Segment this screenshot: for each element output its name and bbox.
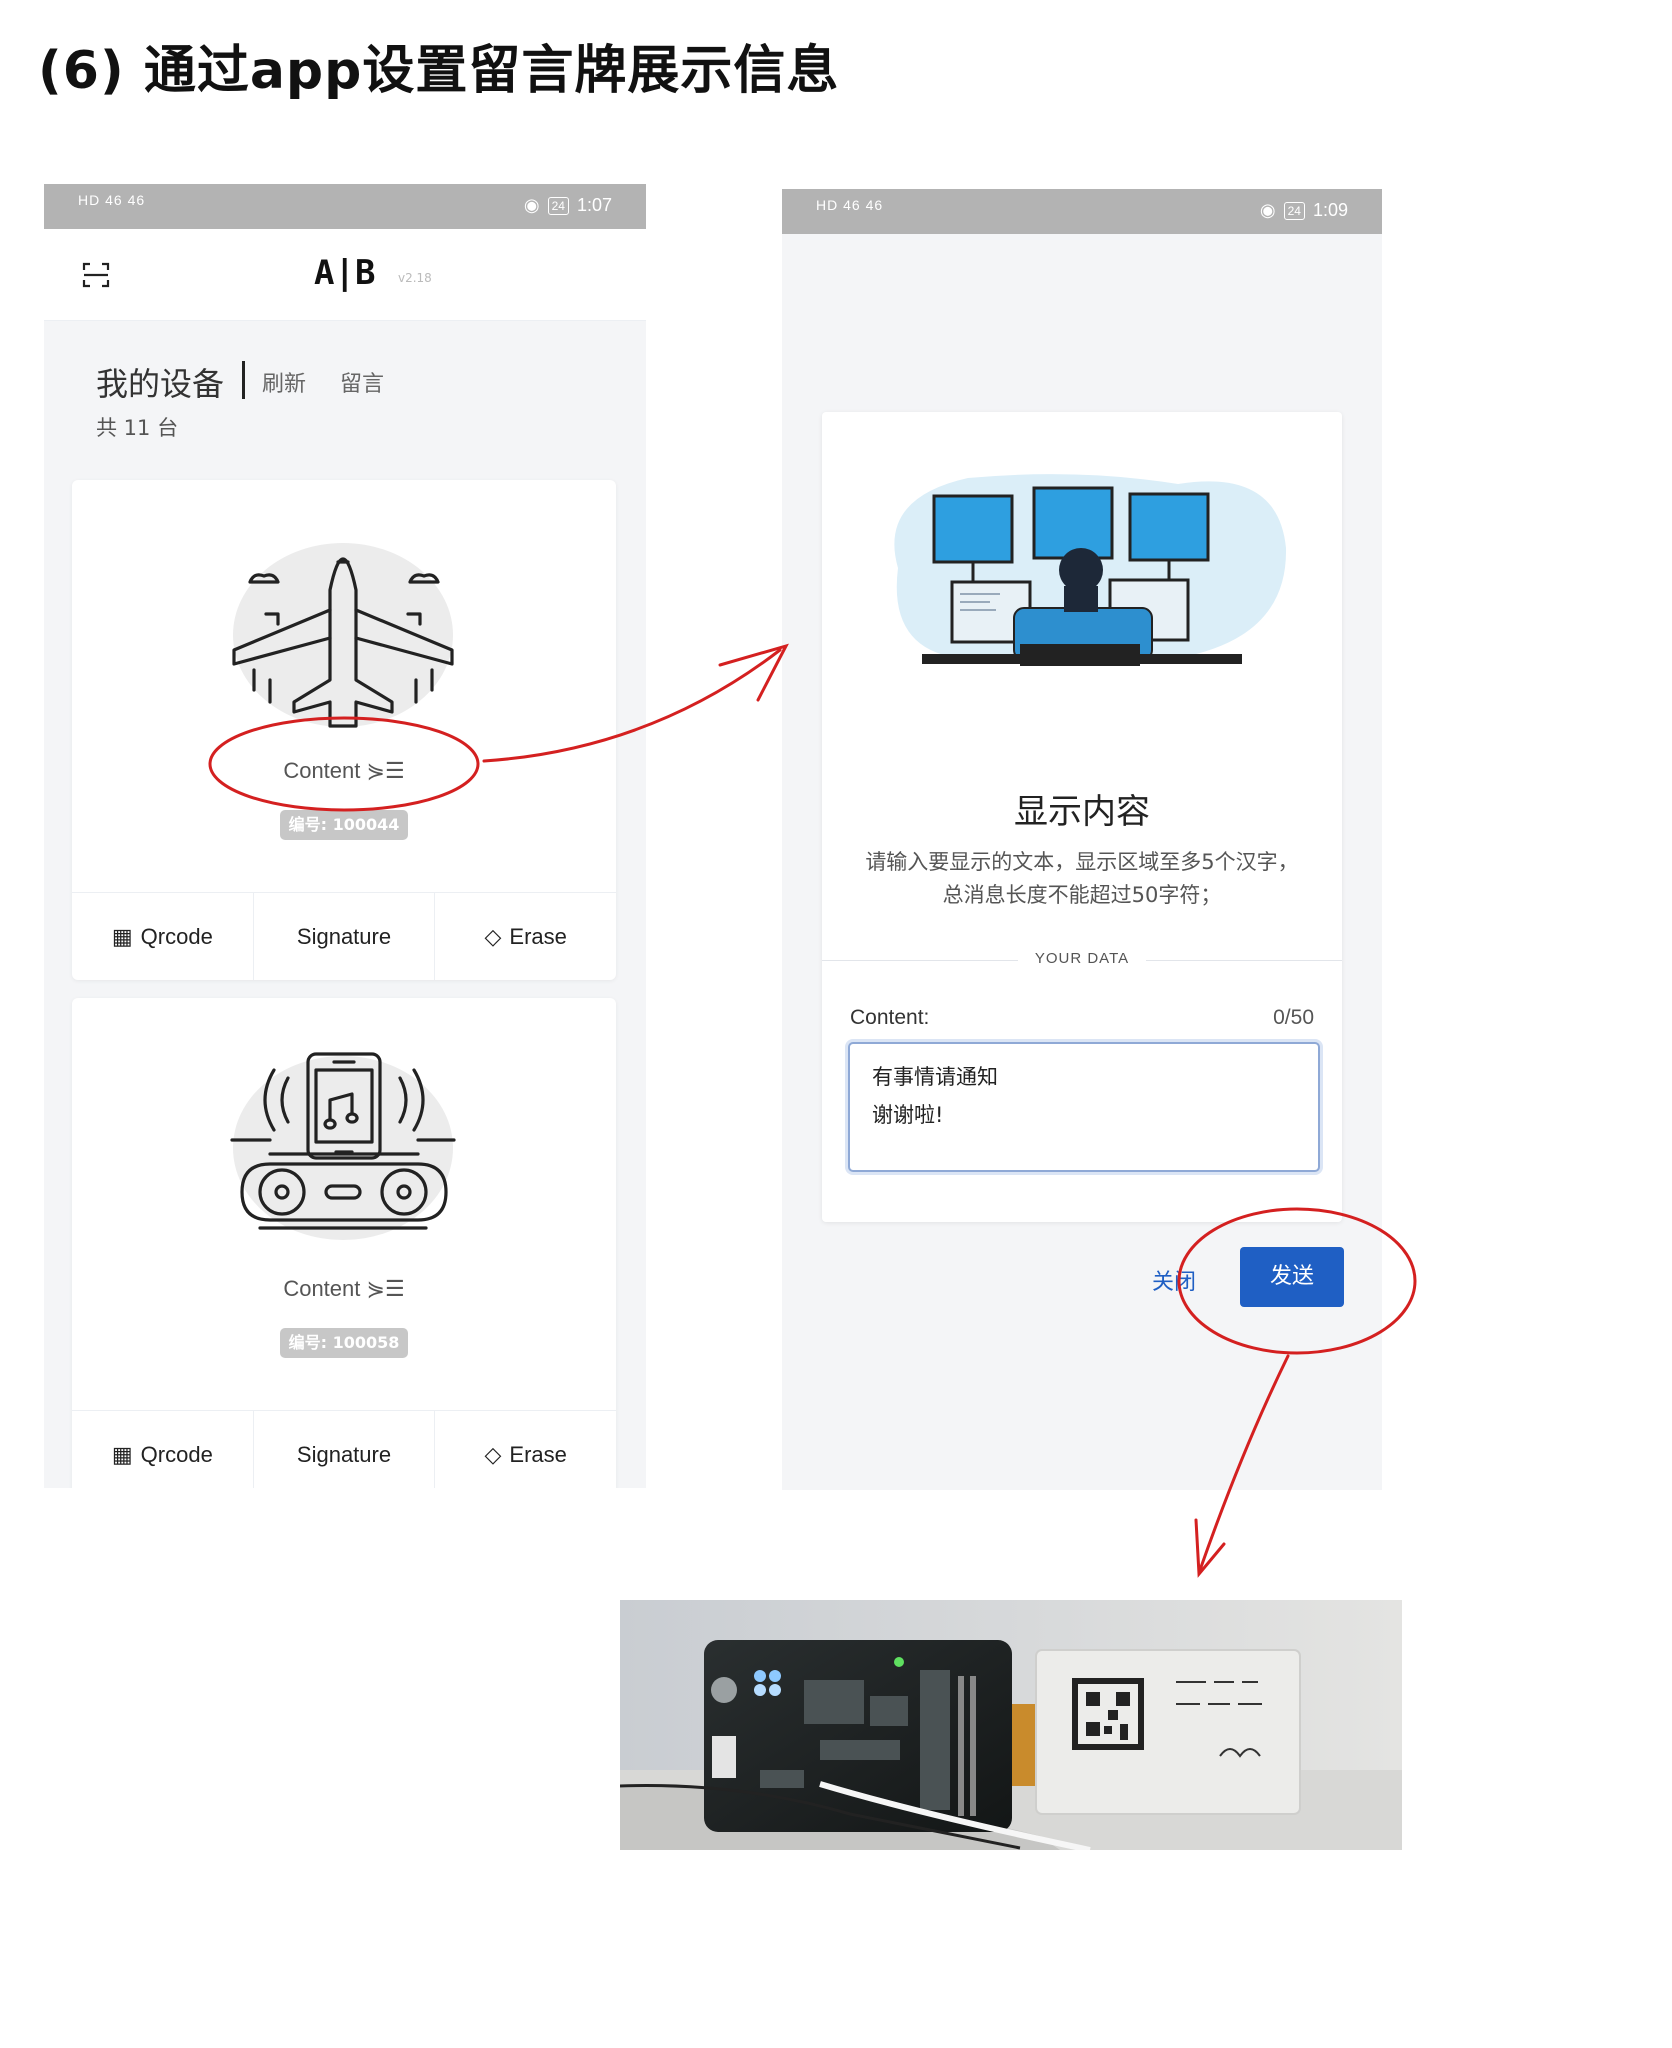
card-actions: ▦ Qrcode Signature ◇ Erase	[72, 892, 616, 980]
clock: 1:09	[1312, 200, 1348, 220]
eye-icon: ◉	[1259, 200, 1276, 220]
list-indent-icon: ⋟☰	[366, 758, 405, 783]
status-bar: HD 46 46 ◉ 24 1:07	[44, 184, 646, 229]
page-title: (6) 通过app设置留言牌展示信息	[38, 41, 840, 101]
battery-indicator: 24	[1283, 201, 1305, 220]
clock: 1:07	[576, 195, 612, 215]
status-bar: HD 46 46 ◉ 24 1:09	[782, 189, 1382, 234]
content-textarea[interactable]: 有事情请通知 谢谢啦!	[848, 1042, 1320, 1172]
card-actions: ▦ Qrcode Signature ◇ Erase	[72, 1410, 616, 1488]
scan-icon[interactable]	[82, 261, 110, 289]
signature-button[interactable]: Signature	[254, 893, 436, 980]
arrow-head	[1194, 1518, 1226, 1578]
app-logo: A|B	[314, 253, 376, 293]
content-label[interactable]: Content ⋟☰	[72, 758, 616, 784]
device-card: Content ⋟☰ 编号: 100058 ▦ Qrcode Signature…	[72, 998, 616, 1488]
dialog-description: 请输入要显示的文本，显示区域至多5个汉字，总消息长度不能超过50字符；	[865, 850, 1299, 907]
battery-indicator: 24	[547, 196, 569, 215]
device-photo	[620, 1600, 1402, 1850]
content-dialog-screen: HD 46 46 ◉ 24 1:09 显示内容 请输入要显示的文本，显示区域至多…	[782, 189, 1382, 1490]
app-version: v2.18	[398, 271, 432, 285]
operator-monitors-illustration	[894, 474, 1287, 666]
list-indent-icon: ⋟☰	[366, 1276, 405, 1301]
title-divider	[242, 361, 245, 399]
signal-indicators: HD 46 46	[816, 197, 884, 213]
music-phone-icon	[230, 1052, 456, 1240]
dialog-title: 显示内容	[1014, 792, 1150, 832]
content-dialog: 显示内容 请输入要显示的文本，显示区域至多5个汉字，总消息长度不能超过50字符；…	[822, 412, 1342, 1222]
content-label[interactable]: Content ⋟☰	[72, 1276, 616, 1302]
refresh-link[interactable]: 刷新	[262, 366, 306, 398]
eye-icon: ◉	[523, 195, 540, 215]
devices-title: 我的设备	[96, 365, 225, 403]
qrcode-icon: ▦	[111, 1441, 133, 1467]
message-link[interactable]: 留言	[340, 366, 384, 398]
qrcode-icon: ▦	[111, 923, 133, 949]
airplane-icon	[232, 543, 454, 728]
signature-button[interactable]: Signature	[254, 1411, 436, 1488]
eink-badge-photo	[620, 1600, 1402, 1850]
app-bar: A|B v2.18	[44, 229, 646, 321]
section-label: YOUR DATA	[1034, 950, 1130, 967]
signal-indicators: HD 46 46	[78, 192, 146, 208]
eraser-icon: ◇	[484, 923, 502, 949]
erase-button[interactable]: ◇ Erase	[435, 1411, 616, 1488]
eraser-icon: ◇	[484, 1441, 502, 1467]
content-field-label: Content:	[850, 1006, 930, 1029]
close-button[interactable]: 关闭	[1152, 1264, 1196, 1296]
arrow-head	[718, 643, 789, 702]
device-id-badge: 编号: 100044	[280, 810, 408, 840]
device-list-screen: HD 46 46 ◉ 24 1:07 A|B v2.18 我的设备 刷新 留言 …	[44, 184, 646, 1488]
device-card: Content ⋟☰ 编号: 100044 ▦ Qrcode Signature…	[72, 480, 616, 980]
device-id-badge: 编号: 100058	[280, 1328, 408, 1358]
qrcode-button[interactable]: ▦ Qrcode	[72, 1411, 254, 1488]
device-count: 共 11 台	[96, 416, 179, 440]
char-counter: 0/50	[1273, 1006, 1314, 1029]
qrcode-button[interactable]: ▦ Qrcode	[72, 893, 254, 980]
send-button[interactable]: 发送	[1240, 1247, 1344, 1307]
erase-button[interactable]: ◇ Erase	[435, 893, 616, 980]
